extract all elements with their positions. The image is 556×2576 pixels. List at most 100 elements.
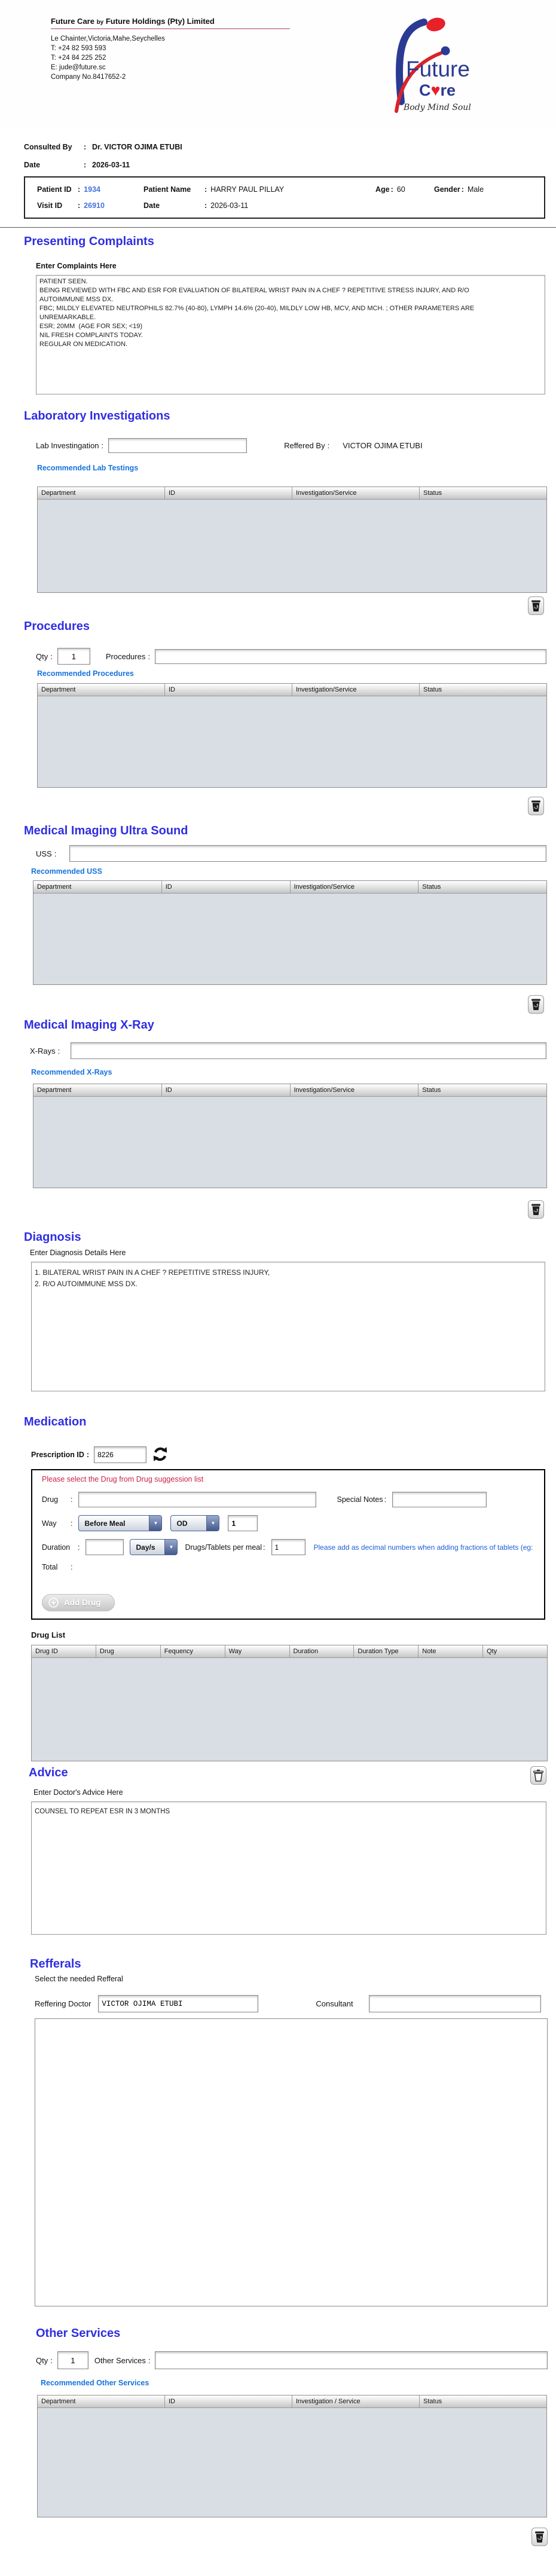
consult-date-row: Date : 2026-03-11 bbox=[24, 161, 130, 169]
consultant-input[interactable] bbox=[368, 1995, 541, 2012]
way-row: Way: Before Meal ▼ OD ▼ bbox=[42, 1515, 544, 1531]
delete-lab-item-button[interactable] bbox=[528, 596, 544, 615]
column-header-drug-id: Drug ID bbox=[32, 1645, 96, 1657]
lab-table-body[interactable] bbox=[38, 500, 546, 592]
column-header-department: Department bbox=[38, 684, 165, 696]
section-title-advice: Advice bbox=[29, 1766, 68, 1779]
recommended-uss-label: Recommended USS bbox=[31, 867, 102, 876]
column-header-id: ID bbox=[165, 684, 292, 696]
logo-graphic: Future C♥re Body Mind Soul bbox=[395, 17, 471, 113]
procedures-table-body[interactable] bbox=[38, 696, 546, 787]
svg-text:Body Mind Soul: Body Mind Soul bbox=[403, 103, 471, 112]
trash-icon bbox=[531, 800, 540, 812]
special-notes-input[interactable] bbox=[392, 1492, 487, 1507]
visit-date-label: Date bbox=[143, 201, 160, 210]
column-header-investigation: Investigation/Service bbox=[291, 1084, 419, 1096]
add-drug-button[interactable]: Add Drug bbox=[42, 1594, 115, 1611]
patient-id-label: Patient ID bbox=[37, 185, 72, 194]
column-header-status: Status bbox=[423, 2398, 442, 2405]
refferal-list-box[interactable] bbox=[35, 2018, 548, 2306]
delete-procedure-button[interactable] bbox=[528, 797, 544, 815]
refresh-prescription-button[interactable] bbox=[151, 1445, 169, 1464]
per-meal-input[interactable] bbox=[271, 1539, 306, 1555]
procedures-label: Procedures bbox=[105, 651, 146, 661]
drug-list-body[interactable] bbox=[32, 1658, 547, 1761]
delete-xray-button[interactable] bbox=[528, 1200, 544, 1219]
divider bbox=[0, 227, 556, 228]
drug-input[interactable] bbox=[78, 1492, 317, 1507]
column-header-qty: Qty bbox=[487, 1648, 497, 1655]
consulted-by-row: Consulted By : Dr. VICTOR OJIMA ETUBI bbox=[24, 143, 182, 151]
other-services-input[interactable] bbox=[155, 2351, 548, 2369]
refferal-subtitle: Select the needed Refferal bbox=[35, 1975, 123, 1983]
column-header-department: Department bbox=[33, 1084, 162, 1096]
xray-table-body[interactable] bbox=[33, 1097, 546, 1188]
trash-icon bbox=[535, 2531, 544, 2543]
xray-input[interactable] bbox=[71, 1042, 546, 1059]
column-header-status: Status bbox=[422, 1087, 441, 1094]
reffering-doctor-label: Reffering Doctor bbox=[35, 1999, 91, 2008]
prescription-id-label: Prescription ID bbox=[31, 1451, 84, 1459]
delete-uss-button[interactable] bbox=[528, 995, 544, 1014]
delete-drug-button[interactable] bbox=[530, 1766, 546, 1785]
advice-textarea[interactable]: COUNSEL TO REPEAT ESR IN 3 MONTHS bbox=[31, 1801, 546, 1935]
column-header-drug: Drug bbox=[96, 1645, 161, 1657]
way-select[interactable]: Before Meal ▼ bbox=[78, 1515, 163, 1531]
svg-text:Future: Future bbox=[406, 57, 470, 81]
uss-label: USS bbox=[36, 849, 52, 858]
way-label: Way bbox=[42, 1519, 57, 1528]
procedures-input[interactable] bbox=[154, 648, 546, 664]
lab-investigation-input[interactable] bbox=[108, 438, 248, 453]
duration-input[interactable] bbox=[85, 1539, 124, 1555]
section-title-presenting-complaints: Presenting Complaints bbox=[24, 235, 154, 248]
way-selected-value: Before Meal bbox=[84, 1519, 126, 1528]
trash-icon bbox=[531, 999, 540, 1010]
patient-info-box: Patient ID:1934 Patient Name: HARRY PAUL … bbox=[24, 176, 545, 219]
referred-by-value: VICTOR OJIMA ETUBI bbox=[343, 441, 423, 450]
visit-id-label: Visit ID bbox=[37, 201, 63, 210]
column-header-department: Department bbox=[33, 881, 162, 893]
uss-input[interactable] bbox=[69, 845, 546, 862]
other-services-table: Department ID Investigation / Service St… bbox=[37, 2395, 547, 2517]
consult-date-label: Date bbox=[24, 161, 41, 169]
procedures-qty-input[interactable] bbox=[57, 648, 90, 665]
duration-unit-select[interactable]: Day/s ▼ bbox=[130, 1539, 178, 1555]
diagnosis-textarea[interactable]: 1. BILATERAL WRIST PAIN IN A CHEF ? REPE… bbox=[31, 1262, 545, 1391]
column-header-status: Status bbox=[422, 883, 441, 891]
lab-delete-row bbox=[0, 596, 544, 615]
section-title-medication: Medication bbox=[24, 1415, 87, 1428]
duration-row: Duration: Day/s ▼ Drugs/Tablets per meal… bbox=[42, 1539, 544, 1555]
lab-table-header: Department ID Investigation/Service Stat… bbox=[38, 487, 546, 500]
reffering-doctor-input[interactable] bbox=[98, 1995, 259, 2012]
gender-value: Male bbox=[467, 185, 484, 194]
lab-investigation-label: Lab Investingation bbox=[36, 441, 99, 450]
visit-id-value: 26910 bbox=[84, 201, 105, 210]
recommended-xray-label: Recommended X-Rays bbox=[31, 1068, 112, 1076]
frequency-qty-input[interactable] bbox=[228, 1515, 258, 1531]
patient-name-value: HARRY PAUL PILLAY bbox=[210, 185, 285, 194]
column-header-id: ID bbox=[162, 1084, 291, 1096]
drug-list-header: Drug ID Drug Fequency Way Duration Durat… bbox=[32, 1645, 547, 1658]
uss-table-body[interactable] bbox=[33, 894, 546, 984]
uss-delete-row bbox=[0, 995, 544, 1014]
refferal-row: Reffering Doctor Consultant bbox=[35, 1995, 556, 2012]
referred-by-label: Reffered By bbox=[284, 441, 325, 450]
duration-label: Duration bbox=[42, 1543, 71, 1552]
complaints-label: Enter Complaints Here bbox=[36, 262, 117, 270]
company-name: Future Care by Future Holdings (Pty) Lim… bbox=[51, 17, 290, 29]
svg-text:C♥re: C♥re bbox=[419, 81, 456, 99]
diagnosis-label: Enter Diagnosis Details Here bbox=[30, 1249, 126, 1257]
plus-circle-icon bbox=[48, 1598, 59, 1608]
prescription-id-input[interactable] bbox=[94, 1446, 147, 1463]
section-title-laboratory: Laboratory Investigations bbox=[24, 409, 170, 423]
delete-other-service-button[interactable] bbox=[531, 2528, 548, 2546]
frequency-select[interactable]: OD ▼ bbox=[170, 1515, 220, 1531]
complaints-textarea[interactable]: PATIENT SEEN. BEING REVIEWED WITH FBC AN… bbox=[36, 275, 545, 394]
other-services-table-body[interactable] bbox=[38, 2408, 546, 2517]
column-header-investigation: Investigation/Service bbox=[292, 684, 420, 696]
xray-table-header: Department ID Investigation/Service Stat… bbox=[33, 1084, 546, 1097]
section-title-refferals: Refferals bbox=[30, 1957, 81, 1971]
xray-label: X-Rays bbox=[30, 1046, 56, 1056]
column-header-duration-type: Duration Type bbox=[354, 1645, 419, 1657]
other-qty-input[interactable] bbox=[57, 2351, 88, 2369]
